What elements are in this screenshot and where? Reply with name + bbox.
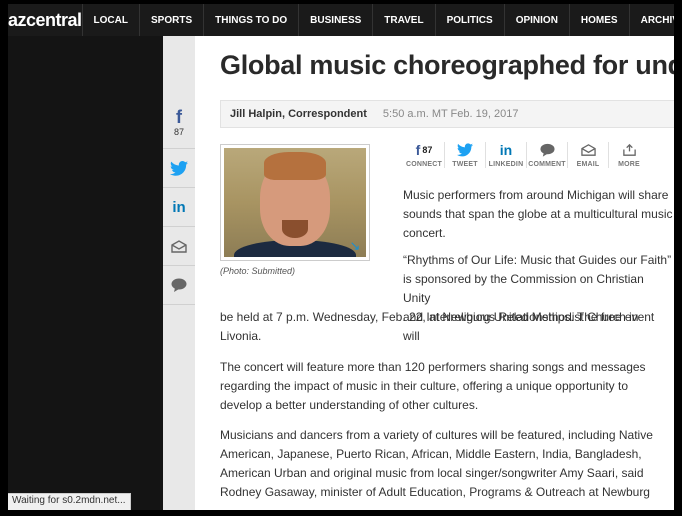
share-tweet[interactable]: TWEET xyxy=(444,142,485,168)
share-more[interactable]: MORE xyxy=(608,142,649,168)
paragraph-line: The concert will feature more than 120 p… xyxy=(220,360,646,374)
comment-icon xyxy=(171,278,187,292)
twitter-icon xyxy=(170,160,188,176)
nav-local[interactable]: LOCAL xyxy=(81,4,139,36)
nav-politics[interactable]: POLITICS xyxy=(434,4,504,36)
share-linkedin-label: LINKEDIN xyxy=(488,161,524,168)
logo-text-az: az xyxy=(8,9,27,30)
share-more-label: MORE xyxy=(618,161,640,168)
photo-caption: (Photo: Submitted) xyxy=(220,266,296,276)
paragraph-line: sounds that span the globe at a multicul… xyxy=(403,207,673,221)
share-more-icon xyxy=(622,143,636,156)
browser-page: az central LOCAL SPORTS THINGS TO DO BUSI… xyxy=(8,4,674,510)
nav-opinion[interactable]: OPINION xyxy=(503,4,569,36)
nav-travel[interactable]: TRAVEL xyxy=(372,4,434,36)
paragraph-line: Livonia. xyxy=(220,329,262,343)
email-icon xyxy=(580,144,596,156)
article: Global music choreographed for und Jill … xyxy=(195,36,674,510)
publish-date: 5:50 a.m. MT Feb. 19, 2017 xyxy=(382,108,519,120)
paragraph-line: American, Japanese, Puerto Rican, Africa… xyxy=(220,447,642,461)
expand-icon[interactable]: ↘ xyxy=(348,239,362,253)
nav-business[interactable]: BUSINESS xyxy=(298,4,372,36)
linkedin-icon: in xyxy=(172,198,186,216)
paragraph-1: Music performers from around Michigan wi… xyxy=(403,186,672,243)
share-linkedin[interactable]: in LINKEDIN xyxy=(485,142,526,168)
facebook-icon: f xyxy=(415,142,421,158)
azcentral-logo[interactable]: az central xyxy=(8,4,82,36)
paragraph-4: Musicians and dancers from a variety of … xyxy=(220,426,653,502)
nav-things-to-do[interactable]: THINGS TO DO xyxy=(203,4,298,36)
nav-sports[interactable]: SPORTS xyxy=(139,4,203,36)
share-comment[interactable]: COMMENT xyxy=(526,142,567,168)
comment-icon xyxy=(539,143,555,157)
rail-facebook-count: 87 xyxy=(173,126,184,137)
share-rail: f 87 in xyxy=(163,36,196,510)
paragraph-line: Rodney Gasaway, minister of Adult Educat… xyxy=(220,485,650,499)
share-email[interactable]: EMAIL xyxy=(567,142,608,168)
share-facebook-count: 87 xyxy=(422,145,433,155)
portrait-image: ↘ xyxy=(224,148,366,257)
rail-comment-button[interactable] xyxy=(163,266,195,305)
left-dark-panel xyxy=(8,36,163,510)
paragraph-line: “Rhythms of Our Life: Music that Guides … xyxy=(403,253,672,267)
paragraph-line: is sponsored by the Commission on Christ… xyxy=(403,272,644,305)
rail-twitter-button[interactable] xyxy=(163,149,195,188)
twitter-icon xyxy=(457,143,473,157)
paragraph-line: American Urban and original music from l… xyxy=(220,466,644,480)
rail-email-button[interactable] xyxy=(163,227,195,266)
rail-facebook-button[interactable]: f 87 xyxy=(163,96,195,149)
paragraph-3: The concert will feature more than 120 p… xyxy=(220,358,646,415)
byline: Jill Halpin, Correspondent 5:50 a.m. MT … xyxy=(220,100,674,128)
email-icon xyxy=(171,239,187,253)
article-headline: Global music choreographed for und xyxy=(220,50,674,80)
browser-status-bar: Waiting for s0.2mdn.net... xyxy=(8,493,131,510)
share-connect-label: CONNECT xyxy=(405,161,442,168)
share-tweet-label: TWEET xyxy=(452,161,478,168)
paragraph-line: Musicians and dancers from a variety of … xyxy=(220,428,653,442)
paragraph-line: Music performers from around Michigan wi… xyxy=(403,188,669,202)
top-navigation: az central LOCAL SPORTS THINGS TO DO BUSI… xyxy=(8,4,674,36)
article-photo[interactable]: ↘ xyxy=(220,144,370,261)
share-comment-label: COMMENT xyxy=(528,161,566,168)
author-name[interactable]: Jill Halpin, Correspondent xyxy=(230,108,367,120)
facebook-icon: f xyxy=(176,106,182,127)
rail-linkedin-button[interactable]: in xyxy=(163,188,195,227)
nav-archives[interactable]: ARCHIVES xyxy=(628,4,674,36)
paragraph-2-continued: be held at 7 p.m. Wednesday, Feb. 22, at… xyxy=(220,308,638,346)
linkedin-icon: in xyxy=(499,142,513,158)
nav-homes[interactable]: HOMES xyxy=(568,4,629,36)
paragraph-line: be held at 7 p.m. Wednesday, Feb. 22, at… xyxy=(220,310,639,324)
share-connect[interactable]: f 87 CONNECT xyxy=(404,142,444,168)
share-bar: f 87 CONNECT TWEET in LINKEDIN COMMENT E… xyxy=(404,142,649,168)
share-email-label: EMAIL xyxy=(576,161,600,168)
logo-text-central: central xyxy=(26,9,82,30)
paragraph-line: regarding the impact of music in their c… xyxy=(220,379,629,393)
paragraph-line: concert. xyxy=(403,226,446,240)
paragraph-line: develop a better understanding of other … xyxy=(220,398,479,412)
